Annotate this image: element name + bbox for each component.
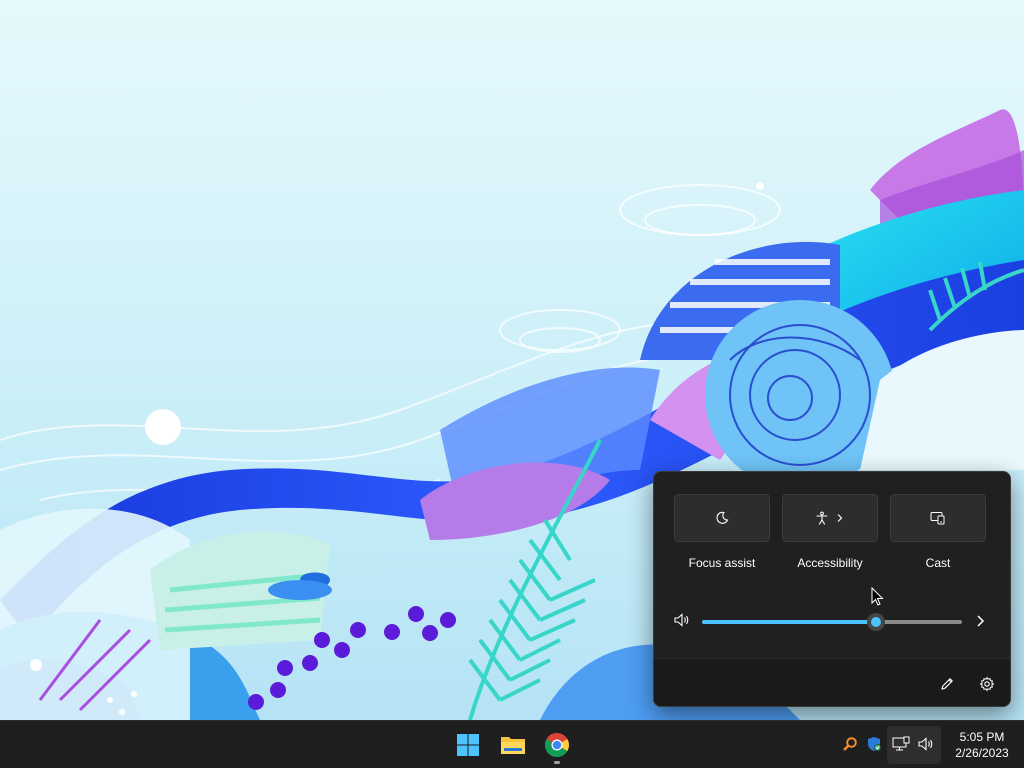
gear-icon[interactable] bbox=[976, 673, 998, 695]
speaker-icon bbox=[917, 735, 935, 753]
quick-settings-footer bbox=[654, 658, 1010, 706]
start-button[interactable] bbox=[451, 728, 485, 762]
taskbar-clock[interactable]: 5:05 PM 2/26/2023 bbox=[944, 729, 1020, 761]
volume-output-chevron-icon[interactable] bbox=[974, 613, 988, 634]
file-explorer-button[interactable] bbox=[496, 728, 530, 762]
running-indicator bbox=[554, 761, 560, 764]
focus-assist-label: Focus assist bbox=[688, 556, 756, 570]
volume-slider-thumb[interactable] bbox=[867, 613, 886, 631]
cast-icon bbox=[930, 512, 945, 525]
tile-accessibility: Accessibility bbox=[782, 494, 878, 570]
clock-date: 2/26/2023 bbox=[955, 746, 1009, 760]
accessibility-label: Accessibility bbox=[797, 556, 863, 570]
mouse-cursor-icon bbox=[871, 587, 884, 606]
accessibility-icon bbox=[816, 511, 828, 525]
accessibility-button[interactable] bbox=[782, 494, 878, 542]
cast-label: Cast bbox=[925, 556, 951, 570]
chrome-button[interactable] bbox=[540, 728, 574, 764]
chrome-icon bbox=[544, 733, 569, 758]
tile-cast: Cast bbox=[890, 494, 986, 570]
chevron-right-icon bbox=[837, 514, 843, 522]
security-shield-icon[interactable] bbox=[865, 735, 883, 753]
cast-button[interactable] bbox=[890, 494, 986, 542]
network-icon bbox=[892, 735, 910, 753]
clock-time: 5:05 PM bbox=[959, 730, 1005, 744]
volume-slider[interactable] bbox=[702, 613, 962, 631]
tile-focus-assist: Focus assist bbox=[674, 494, 770, 570]
pencil-icon[interactable] bbox=[936, 673, 958, 695]
folder-icon bbox=[501, 737, 525, 754]
volume-slider-fill bbox=[702, 620, 877, 624]
windows-logo-icon bbox=[457, 734, 479, 756]
focus-assist-button[interactable] bbox=[674, 494, 770, 542]
taskbar: 5:05 PM 2/26/2023 bbox=[0, 720, 1024, 768]
moon-icon bbox=[716, 511, 729, 524]
quick-settings-panel: Focus assist Accessibility Cast bbox=[653, 471, 1011, 707]
search-magnifier-icon[interactable] bbox=[841, 735, 859, 753]
speaker-icon[interactable] bbox=[673, 612, 691, 633]
volume-row bbox=[654, 608, 1010, 634]
